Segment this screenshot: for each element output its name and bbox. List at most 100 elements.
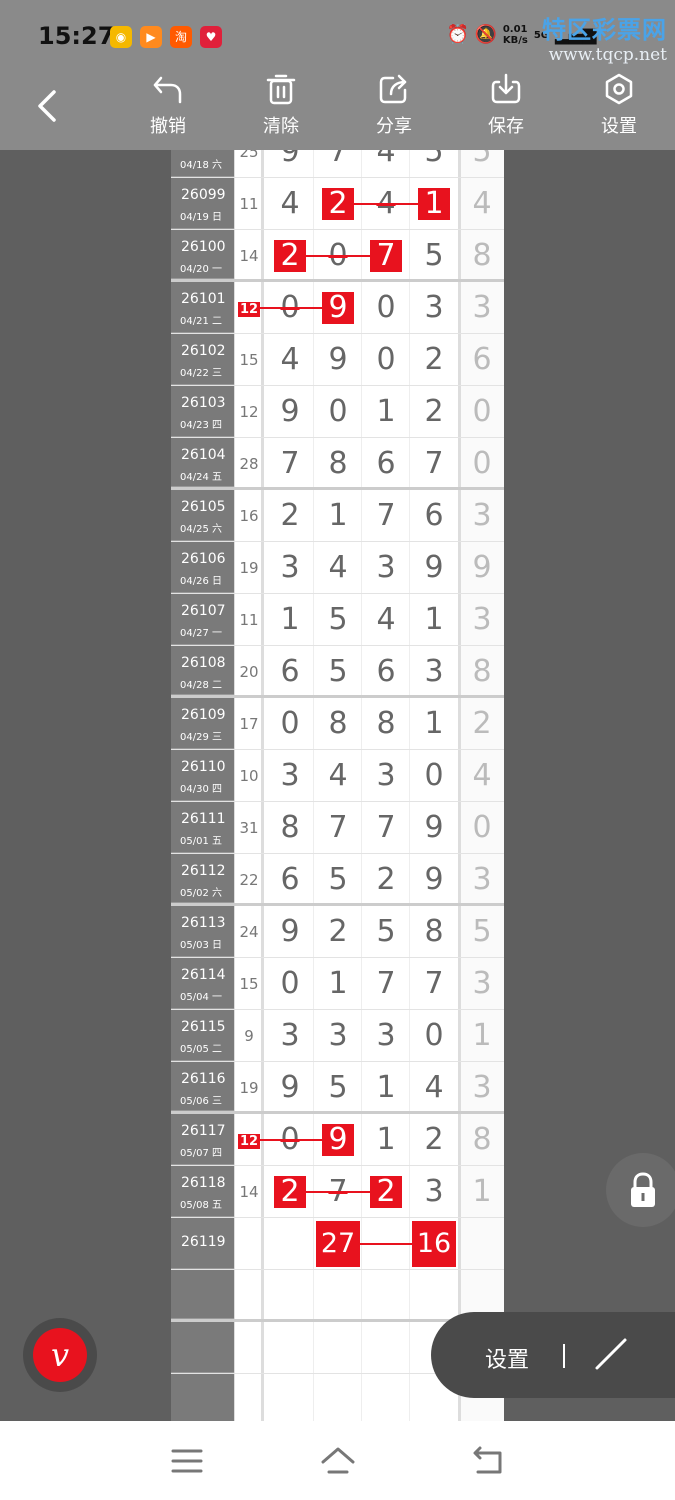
connector-line	[257, 1139, 338, 1141]
issue-date: 05/01 五	[180, 836, 222, 847]
menu-icon[interactable]	[169, 1445, 205, 1477]
download-icon	[491, 73, 521, 104]
notification-app-icon: ◉	[110, 26, 132, 48]
line-tool-icon[interactable]	[591, 1334, 631, 1374]
save-button[interactable]: 保存	[466, 72, 546, 138]
issue-number: 26102	[181, 343, 226, 359]
settings-label: 设置	[601, 116, 637, 137]
issue-date: 04/23 四	[180, 420, 222, 431]
digit-cell: 2	[424, 394, 444, 429]
issue-number: 26116	[181, 1071, 226, 1087]
digit-cell: 7	[424, 446, 444, 481]
digit-cell: 6	[424, 498, 444, 533]
issue-cell	[171, 1374, 234, 1421]
table-row: 26114 05/04 一 15 0 1 7 7 3	[171, 958, 504, 1010]
table-row: 26111 05/01 五 31 8 7 7 9 0	[171, 802, 504, 854]
extra-cell: 0	[472, 446, 492, 481]
issue-cell: 26115 05/05 二	[171, 1010, 234, 1061]
sum-cell: 24	[239, 923, 259, 941]
settings-button[interactable]: 设置	[579, 72, 659, 138]
issue-cell: 26114 05/04 一	[171, 958, 234, 1009]
extra-cell: 9	[472, 550, 492, 585]
digit-cell: 1	[424, 706, 444, 741]
extra-cell: 4	[472, 758, 492, 793]
connector-line	[338, 203, 434, 205]
table-row: 26104 04/24 五 28 7 8 6 7 0	[171, 438, 504, 490]
digit-cell: 0	[328, 394, 348, 429]
digit-cell: 1	[328, 498, 348, 533]
digit-cell: 0	[280, 966, 300, 1001]
trash-icon	[266, 74, 296, 105]
mute-icon: 🔕	[474, 24, 498, 45]
digit-cell: 7	[328, 150, 348, 169]
issue-date: 04/30 四	[180, 784, 222, 795]
table-row: 26115 05/05 二933301	[171, 1010, 504, 1062]
digit-cell: 7	[328, 810, 348, 845]
digit-cell: 6	[280, 862, 300, 897]
share-button[interactable]: 分享	[354, 72, 434, 138]
lock-button[interactable]	[606, 1153, 675, 1227]
digit-cell: 8	[280, 810, 300, 845]
connector-line	[290, 1191, 386, 1193]
digit-cell: 8	[376, 706, 396, 741]
digit-cell: 2	[376, 862, 396, 897]
system-navigation-bar	[0, 1421, 675, 1500]
back-arrow-icon[interactable]	[28, 86, 68, 126]
issue-number: 26112	[181, 863, 226, 879]
issue-date: 04/21 二	[180, 316, 222, 327]
table-row: 26101 04/21 二 12 0 9 0 3 3	[171, 282, 504, 334]
issue-cell: 26116 05/06 三	[171, 1062, 234, 1111]
sum-cell: 31	[239, 819, 259, 837]
table-row: 26103 04/23 四 12 9 0 1 2 0	[171, 386, 504, 438]
prediction-box: 27	[316, 1221, 360, 1267]
sum-cell: 11	[239, 195, 259, 213]
extra-cell: 3	[472, 862, 492, 897]
sum-cell: 11	[239, 611, 259, 629]
save-label: 保存	[488, 116, 524, 137]
lottery-results-table[interactable]: 04/18 六 25 9 7 4 5 5 26099 04/19 日 11 4 2 4 1 4…	[171, 150, 504, 1421]
table-row: 26109 04/29 三 17 0 8 8 1 2	[171, 698, 504, 750]
sum-cell: 14	[239, 1183, 259, 1201]
extra-cell: 8	[472, 238, 492, 273]
status-time: 15:27	[38, 22, 115, 50]
issue-cell: 26103 04/23 四	[171, 386, 234, 437]
table-row: 26116 05/06 三 19 9 5 1 4 3	[171, 1062, 504, 1114]
digit-cell: 7	[424, 966, 444, 1001]
undo-label: 撤销	[150, 116, 186, 137]
issue-cell: 04/18 六	[171, 150, 234, 177]
digit-cell: 8	[424, 914, 444, 949]
digit-cell: 5	[424, 150, 444, 169]
floating-settings-button[interactable]: 设置	[485, 1342, 529, 1374]
sum-cell: 19	[239, 559, 259, 577]
digit-cell: 3	[376, 758, 396, 793]
home-icon[interactable]	[320, 1445, 356, 1477]
issue-date: 04/26 日	[180, 576, 222, 587]
digit-cell: 4	[328, 550, 348, 585]
table-row: 26105 04/25 六 16 2 1 7 6 3	[171, 490, 504, 542]
digit-cell: 4	[280, 186, 300, 221]
issue-number: 26099	[181, 187, 226, 203]
watermark: 特区彩票网 www.tqcp.net	[542, 10, 667, 65]
sum-cell: 17	[239, 715, 259, 733]
issue-date: 04/28 二	[180, 680, 222, 691]
clear-button[interactable]: 清除	[241, 72, 321, 138]
issue-date: 05/02 六	[180, 888, 222, 899]
digit-cell: 3	[328, 1018, 348, 1053]
pen-toggle-button[interactable]: v	[23, 1318, 97, 1392]
digit-cell: 9	[280, 150, 300, 169]
drawing-toolbar: 撤销 清除 分享 保存 设置	[0, 70, 675, 150]
back-nav-icon[interactable]	[470, 1445, 506, 1477]
sum-cell: 12	[239, 403, 259, 421]
issue-number: 26113	[181, 915, 226, 931]
undo-button[interactable]: 撤销	[128, 72, 208, 138]
digit-cell: 7	[376, 966, 396, 1001]
digit-cell: 3	[376, 550, 396, 585]
issue-cell: 26113 05/03 日	[171, 906, 234, 957]
digit-cell: 1	[376, 394, 396, 429]
issue-date: 04/19 日	[180, 212, 222, 223]
extra-cell: 3	[472, 966, 492, 1001]
alarm-icon: ⏰	[446, 24, 470, 45]
digit-cell: 1	[280, 602, 300, 637]
network-speed: 0.01 KB/s	[502, 24, 528, 46]
issue-date: 04/18 六	[180, 160, 222, 171]
